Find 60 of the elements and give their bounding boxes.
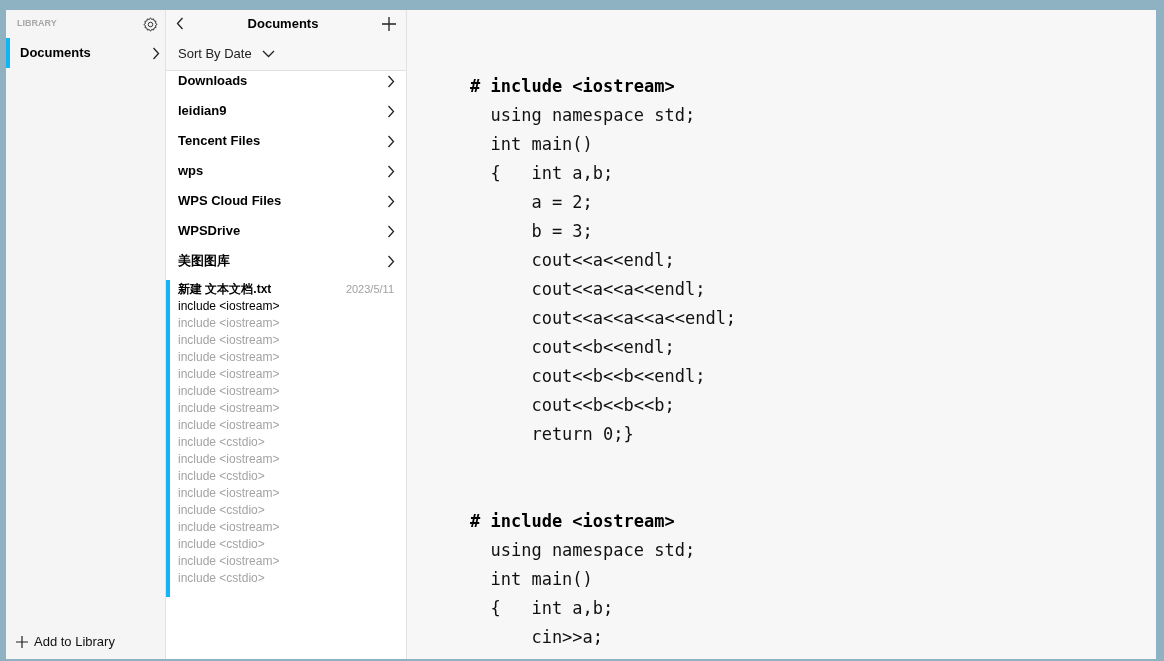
caret-icon: [261, 49, 275, 58]
preview-line: include <iostream>: [178, 400, 281, 417]
folder-item[interactable]: wps: [166, 156, 406, 186]
preview-line: include <iostream>: [178, 349, 281, 366]
file-name: 新建 文本文档.txt: [178, 281, 272, 298]
code-line: a = 2;: [530, 191, 594, 214]
preview-line: include <iostream>: [178, 553, 281, 570]
plus-icon[interactable]: [382, 16, 396, 31]
preview-line: include <iostream>: [178, 366, 281, 383]
preview-line: include <cstdio>: [178, 468, 266, 485]
section-heading: LIBRARY: [17, 17, 57, 31]
chevron-icon: [387, 254, 395, 268]
chevron-icon: [387, 104, 395, 118]
code-line: # include <iostream>: [470, 75, 676, 98]
preview-line: include <cstdio>: [178, 434, 266, 451]
folder-item[interactable]: 美图图库: [166, 246, 406, 276]
preview-line: include <iostream>: [178, 315, 281, 332]
code-line: using namespace std;: [489, 539, 697, 562]
chevron-icon: [387, 74, 395, 88]
code-line: cin>>a;: [530, 626, 605, 649]
code-line: { int a,b;: [489, 597, 615, 620]
folder-item[interactable]: leidian9: [166, 96, 406, 126]
code-line: cout<<b<<endl;: [530, 336, 676, 359]
folder-item[interactable]: WPS Cloud Files: [166, 186, 406, 216]
folder-item[interactable]: WPSDrive: [166, 216, 406, 246]
settings-icon[interactable]: [142, 15, 159, 33]
preview-line: include <cstdio>: [178, 536, 266, 553]
code-line: using namespace std;: [489, 104, 697, 127]
code-line: cout<<b<<b<<endl;: [530, 365, 707, 388]
code-line: { int a,b;: [489, 162, 615, 185]
panel-title: Documents: [247, 14, 319, 33]
preview-line: include <iostream>: [178, 451, 281, 468]
preview-line: include <iostream>: [178, 383, 281, 400]
code-line: # include <iostream>: [470, 510, 676, 533]
preview-line: include <iostream>: [178, 417, 281, 434]
folder-item[interactable]: Tencent Files: [166, 126, 406, 156]
chevron-icon: [387, 194, 395, 208]
preview-line: include <iostream>: [178, 485, 281, 502]
code-line: cout<<b<<b<<b;: [530, 394, 676, 417]
preview-line: include <cstdio>: [178, 502, 266, 519]
folder-item[interactable]: Downloads: [166, 66, 406, 96]
chevron-icon: [387, 224, 395, 238]
code-line: cout<<a<<a<<endl;: [530, 278, 707, 301]
preview-line: include <iostream>: [178, 519, 281, 536]
plus-icon: [16, 636, 28, 648]
back-icon[interactable]: [176, 17, 184, 30]
preview-line: include <cstdio>: [178, 570, 266, 587]
chevron-icon: [152, 46, 160, 60]
file-date: 2023/5/11: [345, 281, 394, 297]
preview-line: include <iostream>: [178, 332, 281, 349]
code-line: int main(): [489, 133, 594, 156]
code-line: return 0;}: [530, 423, 635, 446]
chevron-icon: [387, 134, 395, 148]
add-to-library-button[interactable]: Add to Library: [6, 625, 165, 659]
preview-line: include <iostream>: [178, 298, 281, 315]
code-line: cout<<a<<endl;: [530, 249, 676, 272]
code-line: int main(): [489, 568, 594, 591]
code-line: b = 3;: [530, 220, 594, 243]
chevron-icon: [387, 164, 395, 178]
code-line: cout<<a<<a<<a<<endl;: [530, 307, 738, 330]
